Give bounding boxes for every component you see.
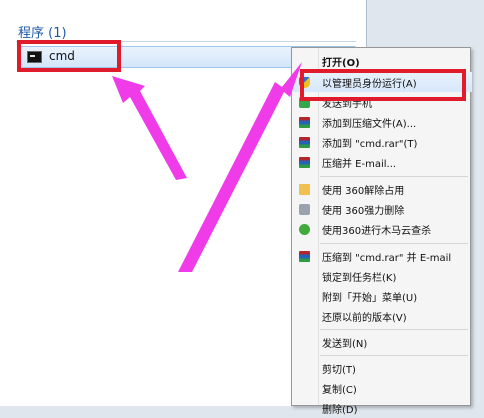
folder-icon bbox=[299, 184, 310, 195]
menu-item-delete[interactable]: 删除(D) bbox=[292, 398, 472, 418]
menu-item-label: 删除(D) bbox=[322, 405, 358, 416]
menu-item-compress-to-cmd-rar-email[interactable]: 压缩到 "cmd.rar" 并 E-mail bbox=[292, 246, 472, 266]
menu-item-label: 打开(O) bbox=[322, 58, 360, 69]
menu-item-label: 压缩到 "cmd.rar" 并 E-mail bbox=[322, 253, 452, 264]
menu-item-label: 压缩并 E-mail... bbox=[322, 159, 397, 170]
programs-results-header: 程序 (1) bbox=[18, 26, 67, 41]
menu-item-label: 发送到(N) bbox=[322, 339, 368, 350]
menu-item-add-to-cmd-rar[interactable]: 添加到 "cmd.rar"(T) bbox=[292, 132, 472, 152]
winrar-icon bbox=[299, 251, 310, 262]
menu-item-label: 复制(C) bbox=[322, 385, 357, 396]
menu-separator bbox=[320, 176, 468, 177]
menu-item-send-to[interactable]: 发送到(N) bbox=[292, 332, 472, 352]
menu-item-copy[interactable]: 复制(C) bbox=[292, 378, 472, 398]
shredder-icon bbox=[299, 204, 310, 215]
highlight-box-cmd bbox=[17, 40, 121, 72]
menu-item-label: 剪切(T) bbox=[322, 365, 356, 376]
menu-separator bbox=[320, 329, 468, 330]
menu-item-360-trojan-scan[interactable]: 使用360进行木马云查杀 bbox=[292, 219, 472, 239]
menu-item-label: 使用 360解除占用 bbox=[322, 186, 405, 197]
menu-item-label: 附到「开始」菜单(U) bbox=[322, 293, 418, 304]
menu-item-label: 使用360进行木马云查杀 bbox=[322, 226, 432, 237]
menu-item-cut[interactable]: 剪切(T) bbox=[292, 358, 472, 378]
menu-item-label: 使用 360强力删除 bbox=[322, 206, 405, 217]
menu-item-label: 添加到压缩文件(A)... bbox=[322, 119, 417, 130]
menu-item-restore-previous[interactable]: 还原以前的版本(V) bbox=[292, 306, 472, 326]
menu-item-360-force-delete[interactable]: 使用 360强力删除 bbox=[292, 199, 472, 219]
menu-item-label: 添加到 "cmd.rar"(T) bbox=[322, 139, 418, 150]
winrar-icon bbox=[299, 137, 310, 148]
menu-item-pin-to-start[interactable]: 附到「开始」菜单(U) bbox=[292, 286, 472, 306]
menu-separator bbox=[320, 355, 468, 356]
360-icon bbox=[299, 224, 310, 235]
menu-item-label: 还原以前的版本(V) bbox=[322, 313, 407, 324]
highlight-box-run-as-admin bbox=[300, 69, 466, 101]
winrar-icon bbox=[299, 117, 310, 128]
menu-item-360-unlock[interactable]: 使用 360解除占用 bbox=[292, 179, 472, 199]
menu-item-add-to-archive[interactable]: 添加到压缩文件(A)... bbox=[292, 112, 472, 132]
menu-item-open[interactable]: 打开(O) bbox=[292, 51, 472, 71]
menu-item-pin-to-taskbar[interactable]: 锁定到任务栏(K) bbox=[292, 266, 472, 286]
menu-item-compress-email[interactable]: 压缩并 E-mail... bbox=[292, 152, 472, 172]
menu-separator bbox=[320, 243, 468, 244]
winrar-icon bbox=[299, 157, 310, 168]
menu-item-label: 锁定到任务栏(K) bbox=[322, 273, 397, 284]
